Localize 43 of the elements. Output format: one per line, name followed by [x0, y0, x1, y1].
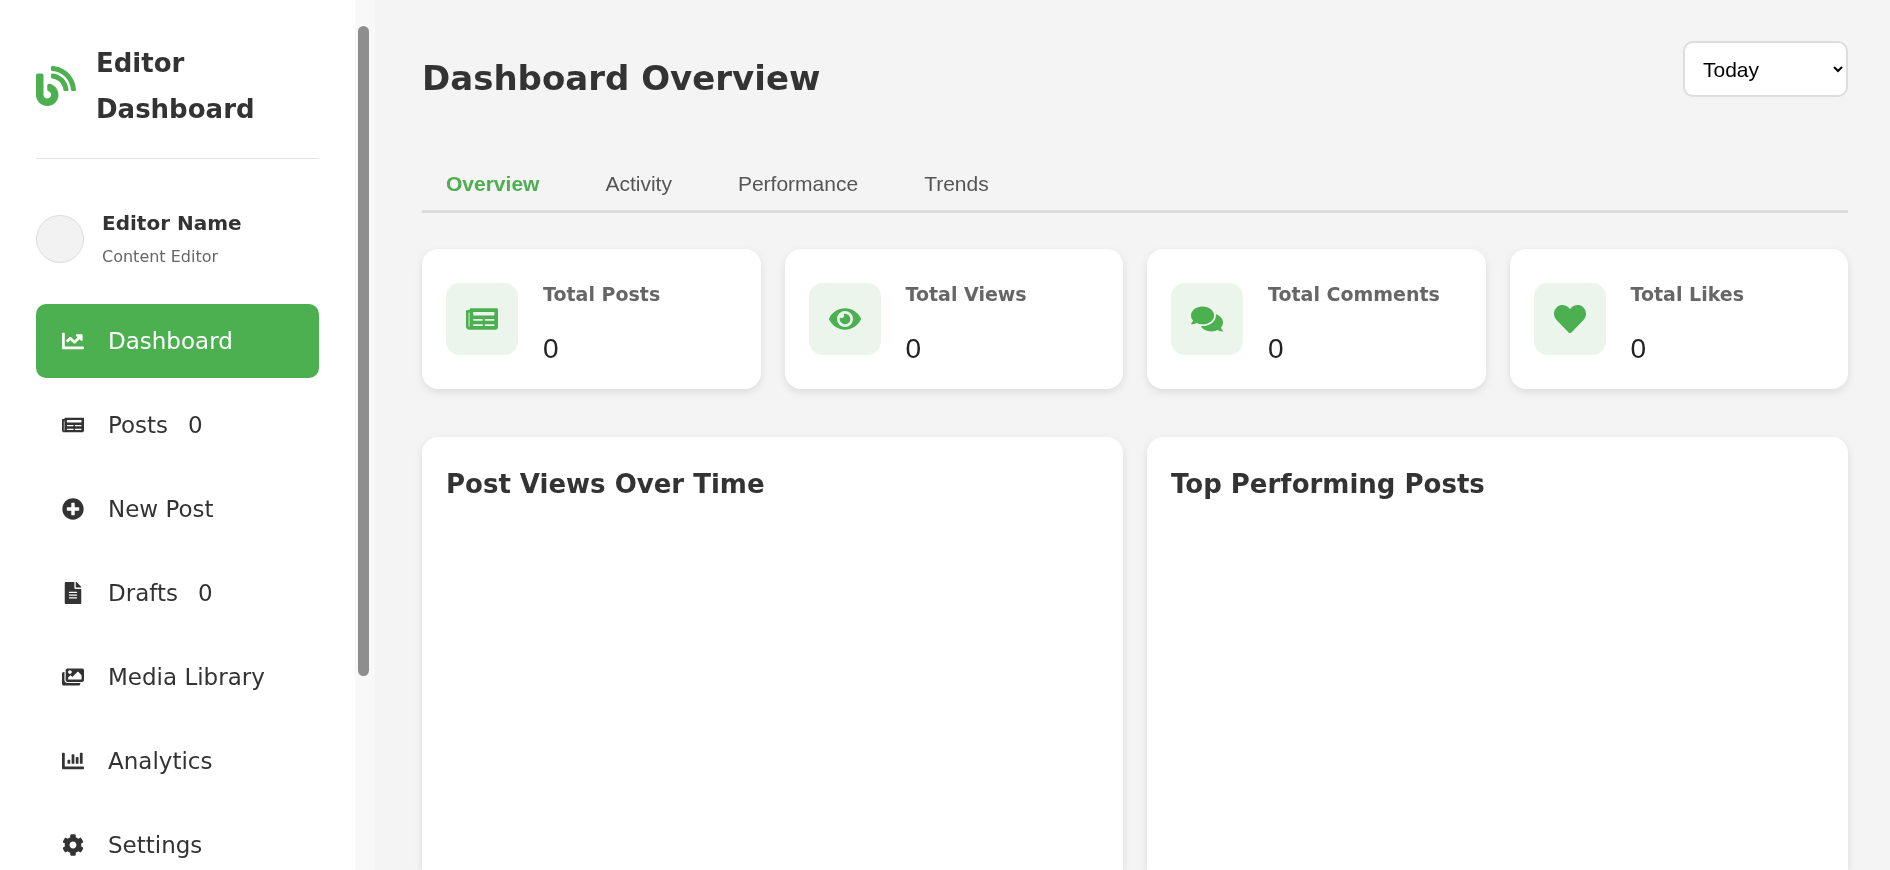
stat-value: 0	[1268, 333, 1285, 365]
sidebar-item[interactable]: Settings	[36, 808, 319, 870]
stat-label: Total Comments	[1268, 283, 1440, 305]
plus-icon	[62, 498, 84, 520]
stat-value: 0	[1630, 333, 1648, 365]
item-count: 0	[188, 412, 203, 438]
stat-label: Total Views	[905, 283, 1027, 305]
sidebar-item-label: Posts	[108, 412, 169, 438]
bars-icon	[62, 750, 84, 772]
sidebar-item[interactable]: Drafts 0	[36, 556, 319, 630]
panel-title: Post Views Over Time	[446, 469, 766, 499]
stat-label: Total Posts	[543, 283, 661, 305]
profile-role: Content Editor	[102, 247, 220, 266]
sidebar-item[interactable]: New Post	[36, 472, 319, 546]
stat-value: 0	[543, 333, 560, 365]
file-icon	[62, 582, 84, 604]
chart-icon	[62, 330, 84, 352]
heart-icon	[1553, 303, 1586, 335]
stat-value: 0	[905, 333, 923, 365]
cog-icon	[62, 834, 84, 856]
avatar	[36, 214, 84, 263]
brand-title: Editor Dashboard	[96, 47, 256, 126]
sidebar-item-label: Analytics	[108, 748, 213, 774]
tab[interactable]: Trends	[924, 160, 989, 210]
blog-logo-icon	[36, 66, 76, 106]
sidebar-item-label: New Post	[108, 496, 214, 522]
sidebar-item-label: Settings	[108, 832, 203, 858]
images-icon	[62, 666, 84, 688]
page-title: Dashboard Overview	[422, 58, 821, 98]
sidebar-item-label: Dashboard	[108, 328, 233, 354]
sidebar-item-label: Drafts	[108, 580, 178, 606]
panel-title: Top Performing Posts	[1171, 469, 1486, 499]
sidebar-item-label: Media Library	[108, 664, 265, 690]
scrollbar[interactable]	[355, 0, 375, 870]
sidebar-item[interactable]: Posts 0	[36, 388, 319, 462]
item-count: 0	[197, 580, 213, 606]
profile-name: Editor Name	[102, 211, 242, 235]
tab[interactable]: Performance	[737, 160, 859, 210]
stat-label: Total Likes	[1630, 283, 1744, 305]
sidebar-item[interactable]: Analytics	[36, 724, 319, 798]
sidebar-item[interactable]: Media Library	[36, 640, 319, 714]
period-select[interactable]: Today	[1683, 41, 1848, 97]
tab[interactable]: Activity	[605, 160, 672, 210]
